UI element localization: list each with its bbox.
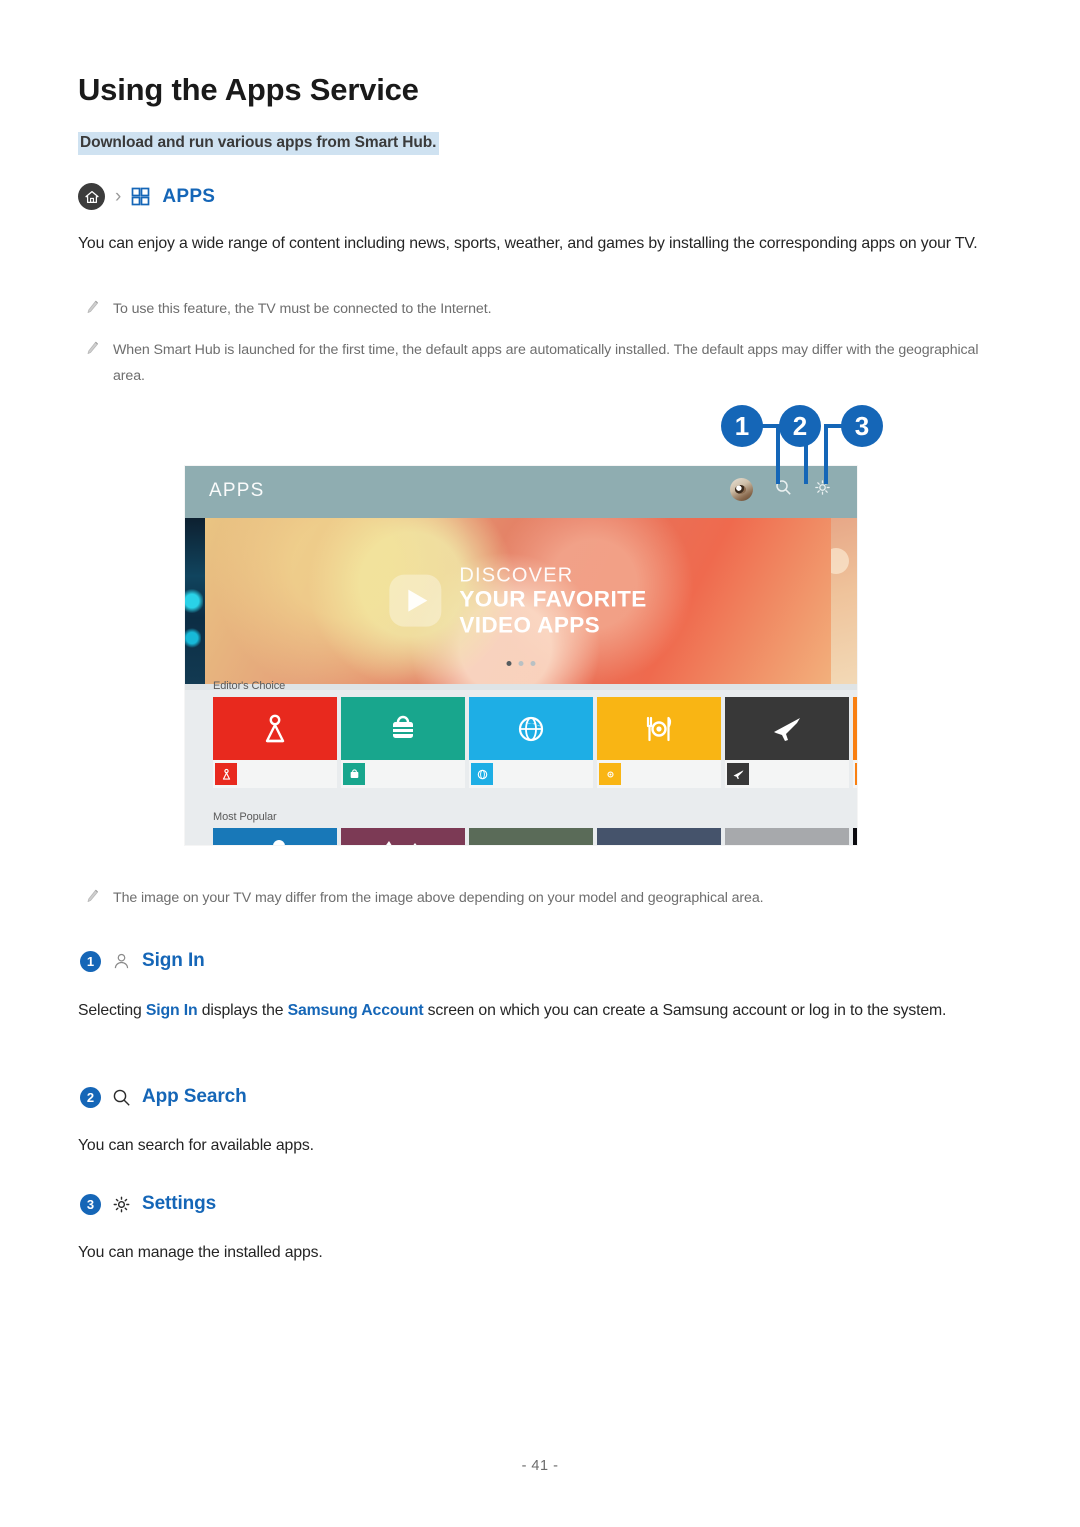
settings-gear-icon	[112, 1195, 131, 1214]
app-tile[interactable]	[597, 828, 721, 845]
banner-line-3: VIDEO APPS	[459, 612, 601, 638]
globe-icon-mini	[471, 763, 493, 785]
note-item: To use this feature, the TV must be conn…	[86, 297, 986, 323]
dining-icon-mini	[599, 763, 621, 785]
text-fragment: displays the	[197, 1002, 288, 1019]
section-title: Sign In	[142, 950, 205, 971]
page-subtitle: Download and run various apps from Smart…	[78, 132, 440, 155]
app-tile[interactable]	[597, 697, 721, 788]
callout-number-2: 2	[793, 411, 807, 441]
app-tile[interactable]	[341, 828, 465, 845]
callout-number-1: 1	[735, 411, 749, 441]
most-popular-tiles	[213, 828, 857, 845]
carousel-dot[interactable]	[518, 661, 524, 666]
app-tile[interactable]	[853, 697, 857, 788]
callout-badge-3	[841, 405, 883, 447]
app-tile[interactable]	[725, 697, 849, 788]
section-heading-settings: 3 Settings	[80, 1193, 216, 1215]
section-heading-sign-in: 1 Sign In	[80, 950, 205, 972]
banner-text: DISCOVER YOUR FAVORITE VIDEO APPS	[459, 565, 646, 638]
app-tile[interactable]	[725, 828, 849, 845]
app-tile[interactable]	[341, 697, 465, 788]
link-samsung-account[interactable]: Samsung Account	[288, 1002, 424, 1019]
row-label-editors-choice: Editor's Choice	[213, 680, 286, 692]
bus-icon-mini	[855, 763, 857, 785]
callout-number-3: 3	[855, 411, 869, 441]
dining-icon	[646, 716, 672, 741]
document-page: Using the Apps Service Download and run …	[0, 0, 1080, 1527]
text-fragment: screen on which you can create a Samsung…	[423, 1002, 947, 1019]
carousel-slide-active[interactable]: DISCOVER YOUR FAVORITE VIDEO APPS	[205, 518, 831, 684]
airplane-icon-mini	[727, 763, 749, 785]
map-person-icon	[265, 714, 285, 742]
app-tile[interactable]	[213, 828, 337, 845]
tv-screenshot-image: APPS DISCOVER YOUR FAVORITE VIDEO APPS E…	[185, 466, 857, 845]
breadcrumb-label[interactable]: APPS	[162, 186, 215, 208]
section-body-app-search: You can search for available apps.	[78, 1137, 314, 1154]
map-person-icon-mini	[215, 763, 237, 785]
home-icon	[78, 183, 105, 210]
pencil-icon	[86, 300, 99, 320]
apps-screen-header: APPS	[185, 466, 857, 518]
carousel-dot[interactable]	[530, 661, 536, 666]
callout-badge-1	[721, 405, 763, 447]
section-body-sign-in: Selecting Sign In displays the Samsung A…	[78, 997, 1023, 1024]
search-icon	[112, 1088, 131, 1107]
section-title: App Search	[142, 1086, 247, 1107]
row-label-most-popular: Most Popular	[213, 811, 277, 823]
intro-paragraph: You can enjoy a wide range of content in…	[78, 235, 978, 252]
callout-badge-2	[779, 405, 821, 447]
mountain-icon	[386, 841, 417, 845]
editors-choice-tiles	[213, 697, 857, 788]
app-tile[interactable]	[469, 697, 593, 788]
section-body-settings: You can manage the installed apps.	[78, 1244, 323, 1261]
apps-screen-header-icons	[730, 478, 831, 501]
suitcase-icon	[393, 715, 413, 738]
suitcase-icon-mini	[343, 763, 365, 785]
link-sign-in[interactable]: Sign In	[146, 1002, 198, 1019]
section-number-badge: 2	[80, 1086, 101, 1108]
search-icon[interactable]	[775, 479, 792, 501]
carousel-dot[interactable]	[506, 661, 512, 666]
text-fragment: Selecting	[78, 1002, 146, 1019]
app-tile[interactable]	[469, 828, 593, 845]
note-text: To use this feature, the TV must be conn…	[113, 301, 492, 317]
airplane-icon	[774, 717, 800, 741]
section-number-badge: 3	[80, 1193, 101, 1215]
tools-icon	[273, 840, 285, 845]
note-item: When Smart Hub is launched for the first…	[86, 338, 1001, 390]
breadcrumb: › APPS	[78, 183, 215, 210]
apps-screen-title: APPS	[209, 480, 265, 501]
note-text: The image on your TV may differ from the…	[113, 890, 764, 906]
note-item: The image on your TV may differ from the…	[86, 886, 986, 912]
section-heading-app-search: 2 App Search	[80, 1086, 247, 1108]
carousel-slide-previous[interactable]	[185, 518, 205, 684]
profile-avatar-icon[interactable]	[730, 478, 753, 501]
globe-icon	[518, 716, 544, 741]
apps-grid-icon	[131, 187, 150, 206]
pencil-icon	[86, 341, 99, 361]
page-number: - 41 -	[521, 1458, 559, 1474]
banner-line-1: DISCOVER	[459, 564, 574, 587]
note-text: When Smart Hub is launched for the first…	[113, 342, 979, 384]
pencil-icon	[86, 889, 99, 909]
section-number-badge: 1	[80, 950, 101, 972]
app-tile[interactable]	[213, 697, 337, 788]
section-title: Settings	[142, 1193, 217, 1214]
carousel-slide-next[interactable]	[831, 518, 857, 684]
play-button-icon	[389, 574, 442, 627]
app-tile[interactable]	[853, 828, 857, 845]
carousel-dots[interactable]	[506, 661, 536, 666]
settings-gear-icon[interactable]	[814, 479, 831, 501]
person-icon	[112, 952, 131, 971]
breadcrumb-separator: ›	[115, 186, 122, 207]
banner-line-2: YOUR FAVORITE	[459, 587, 647, 613]
page-title: Using the Apps Service	[78, 72, 419, 107]
banner-content: DISCOVER YOUR FAVORITE VIDEO APPS	[389, 565, 646, 638]
